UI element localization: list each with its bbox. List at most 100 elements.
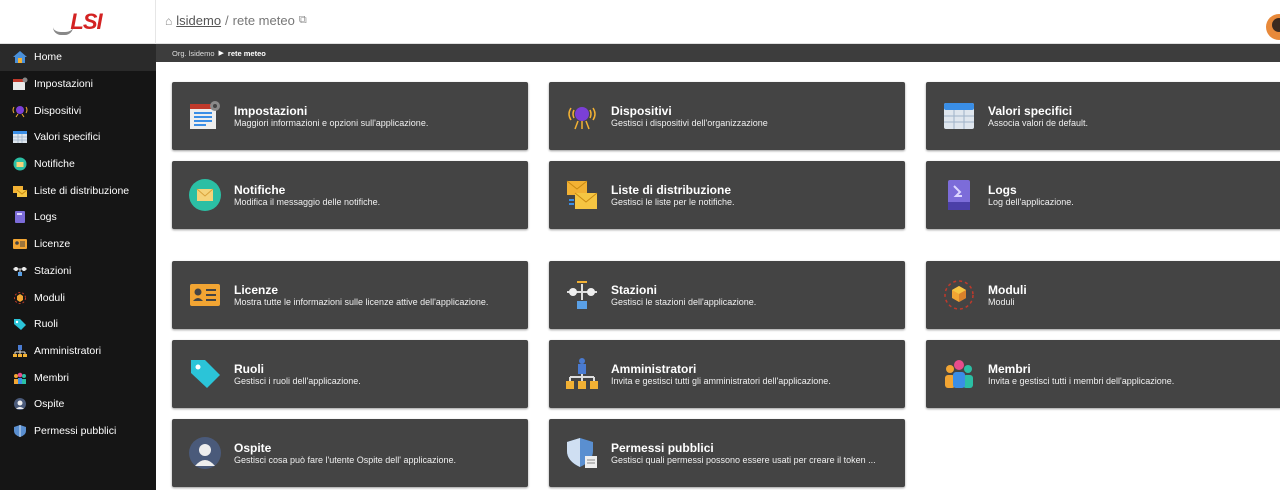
breadcrumb-current: rete meteo xyxy=(227,48,266,58)
card-moduli[interactable]: Moduli Moduli xyxy=(926,261,1280,329)
user-avatar[interactable] xyxy=(1266,14,1280,40)
sidebar-item-label: Amministratori xyxy=(34,344,102,357)
external-link-icon[interactable]: ⧉ xyxy=(299,14,307,27)
sidebar-item-label: Ruoli xyxy=(34,318,58,331)
card-text: Impostazioni Maggiori informazioni e opz… xyxy=(234,104,428,129)
card-text: Logs Log dell'applicazione. xyxy=(988,183,1074,208)
tag-icon xyxy=(188,357,222,391)
shield-icon xyxy=(565,436,599,470)
card-text: Licenze Mostra tutte le informazioni sul… xyxy=(234,283,488,308)
card-description: Gestisci i ruoli dell'applicazione. xyxy=(234,375,361,386)
card-text: Amministratori Invita e gestisci tutti g… xyxy=(611,362,831,387)
card-text: Ruoli Gestisci i ruoli dell'applicazione… xyxy=(234,362,361,387)
sidebar-item-dispositivi[interactable]: Dispositivi xyxy=(0,97,156,124)
mailing-list-icon xyxy=(12,184,28,198)
org-link[interactable]: lsidemo xyxy=(176,13,221,28)
card-title: Amministratori xyxy=(611,361,697,376)
modules-icon xyxy=(12,291,28,305)
sidebar-item-label: Dispositivi xyxy=(34,104,82,117)
card-notifiche[interactable]: Notifiche Modifica il messaggio delle no… xyxy=(172,161,528,229)
table-icon xyxy=(942,99,976,133)
sidebar-item-impostazioni[interactable]: Impostazioni xyxy=(0,71,156,98)
card-description: Modifica il messaggio delle notifiche. xyxy=(234,196,381,207)
card-title: Liste di distribuzione xyxy=(611,182,732,197)
card-valori-specifici[interactable]: Valori specifici Associa valori de defau… xyxy=(926,82,1280,150)
sidebar-item-licenze[interactable]: Licenze xyxy=(0,231,156,258)
card-text: Permessi pubblici Gestisci quali permess… xyxy=(611,441,876,466)
mail-icon xyxy=(12,157,28,171)
tag-icon xyxy=(12,317,28,331)
table-icon xyxy=(12,130,28,144)
stations-icon xyxy=(565,278,599,312)
logo-area[interactable]: LSI xyxy=(0,0,156,44)
sidebar-item-permessi-pubblici[interactable]: Permessi pubblici xyxy=(0,418,156,445)
card-text: Ospite Gestisci cosa può fare l'utente O… xyxy=(234,441,456,466)
modules-icon xyxy=(942,278,976,312)
sidebar-item-logs[interactable]: Logs xyxy=(0,204,156,231)
card-description: Gestisci quali permessi possono essere u… xyxy=(611,454,876,465)
settings-icon xyxy=(12,77,28,91)
card-title: Logs xyxy=(988,182,1017,197)
card-licenze[interactable]: Licenze Mostra tutte le informazioni sul… xyxy=(172,261,528,329)
card-permessi-pubblici[interactable]: Permessi pubblici Gestisci quali permess… xyxy=(549,419,905,487)
card-text: Moduli Moduli xyxy=(988,283,1027,308)
members-icon xyxy=(12,371,28,385)
header-breadcrumb: ⌂ lsidemo / rete meteo ⧉ xyxy=(165,13,307,28)
license-icon xyxy=(12,237,28,251)
sidebar-item-amministratori[interactable]: Amministratori xyxy=(0,338,156,365)
sidebar: Home Impostazioni Dispositivi Valori spe… xyxy=(0,44,156,490)
devices-icon xyxy=(12,104,28,118)
card-text: Stazioni Gestisci le stazioni dell'appli… xyxy=(611,283,756,308)
card-title: Ruoli xyxy=(234,361,264,376)
shield-icon xyxy=(12,424,28,438)
breadcrumb-separator: / xyxy=(225,13,229,28)
members-icon xyxy=(942,357,976,391)
home-icon[interactable]: ⌂ xyxy=(165,14,172,28)
sidebar-item-ospite[interactable]: Ospite xyxy=(0,391,156,418)
card-stazioni[interactable]: Stazioni Gestisci le stazioni dell'appli… xyxy=(549,261,905,329)
current-page-title: rete meteo xyxy=(232,13,295,28)
top-header: LSI ⌂ lsidemo / rete meteo ⧉ xyxy=(0,0,1280,44)
sidebar-item-home[interactable]: Home xyxy=(0,44,156,71)
card-dispositivi[interactable]: Dispositivi Gestisci i dispositivi dell'… xyxy=(549,82,905,150)
card-amministratori[interactable]: Amministratori Invita e gestisci tutti g… xyxy=(549,340,905,408)
mail-icon xyxy=(188,178,222,212)
sidebar-item-valori-specifici[interactable]: Valori specifici xyxy=(0,124,156,151)
breadcrumb-org[interactable]: Org. lsidemo xyxy=(172,49,215,58)
card-description: Gestisci le liste per le notifiche. xyxy=(611,196,735,207)
sidebar-item-label: Moduli xyxy=(34,291,65,304)
devices-icon xyxy=(565,99,599,133)
sidebar-item-label: Permessi pubblici xyxy=(34,424,117,437)
sidebar-item-membri[interactable]: Membri xyxy=(0,364,156,391)
sidebar-item-label: Liste di distribuzione xyxy=(34,184,130,197)
card-title: Valori specifici xyxy=(988,103,1073,118)
card-text: Liste di distribuzione Gestisci le liste… xyxy=(611,183,735,208)
card-ospite[interactable]: Ospite Gestisci cosa può fare l'utente O… xyxy=(172,419,528,487)
card-liste-distribuzione[interactable]: Liste di distribuzione Gestisci le liste… xyxy=(549,161,905,229)
settings-icon xyxy=(188,99,222,133)
sidebar-item-liste-distribuzione[interactable]: Liste di distribuzione xyxy=(0,177,156,204)
card-description: Gestisci cosa può fare l'utente Ospite d… xyxy=(234,454,457,465)
card-description: Gestisci i dispositivi dell'organizzazio… xyxy=(611,117,768,128)
sidebar-item-label: Membri xyxy=(34,371,70,384)
logo-text: LSI xyxy=(70,9,102,34)
card-logs[interactable]: Logs Log dell'applicazione. xyxy=(926,161,1280,229)
lsi-logo[interactable]: LSI xyxy=(53,9,103,35)
card-impostazioni[interactable]: Impostazioni Maggiori informazioni e opz… xyxy=(172,82,528,150)
card-description: Invita e gestisci tutti gli amministrato… xyxy=(611,375,831,386)
card-description: Moduli xyxy=(988,296,1015,307)
card-ruoli[interactable]: Ruoli Gestisci i ruoli dell'applicazione… xyxy=(172,340,528,408)
card-description: Associa valori de default. xyxy=(988,117,1089,128)
sidebar-item-label: Valori specifici xyxy=(34,131,101,144)
card-title: Permessi pubblici xyxy=(611,440,714,455)
sidebar-item-moduli[interactable]: Moduli xyxy=(0,284,156,311)
sub-breadcrumb: Org. lsidemo ▶ rete meteo xyxy=(156,44,1280,62)
sidebar-item-notifiche[interactable]: Notifiche xyxy=(0,151,156,178)
breadcrumb-arrow-icon: ▶ xyxy=(218,50,224,57)
sidebar-item-ruoli[interactable]: Ruoli xyxy=(0,311,156,338)
card-membri[interactable]: Membri Invita e gestisci tutti i membri … xyxy=(926,340,1280,408)
sidebar-item-label: Licenze xyxy=(34,238,71,251)
home-icon xyxy=(12,50,28,64)
sidebar-item-stazioni[interactable]: Stazioni xyxy=(0,258,156,285)
card-title: Stazioni xyxy=(611,282,658,297)
